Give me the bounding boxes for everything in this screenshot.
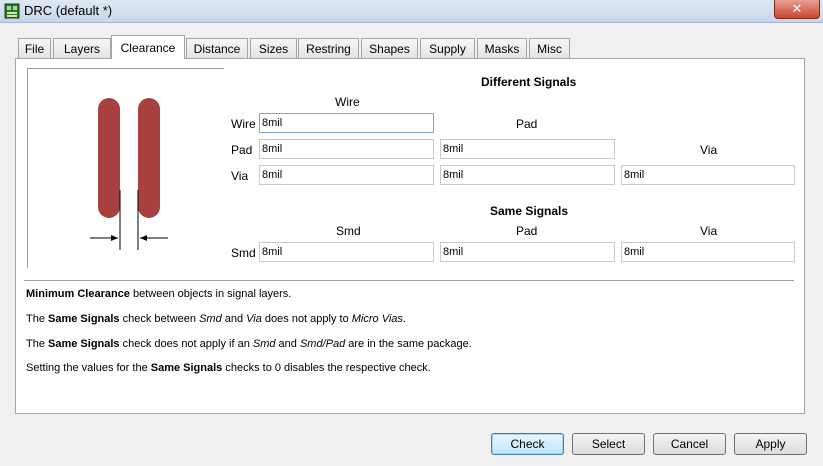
info-text: and (275, 338, 300, 350)
close-icon: ✕ (791, 1, 803, 16)
smd-pad-input[interactable] (440, 242, 615, 262)
same-signals-title: Same Signals (490, 204, 569, 218)
tab-supply[interactable]: Supply (420, 38, 475, 58)
info-bold: Same Signals (150, 362, 223, 374)
info-text: are in the same package. (345, 338, 472, 350)
row-label-pad: Pad (231, 143, 253, 157)
col-label-via: Via (700, 224, 718, 238)
col-label-smd: Smd (336, 224, 361, 238)
via-pad-input[interactable] (440, 165, 615, 185)
info-text: check between (119, 313, 200, 325)
trace-left (98, 98, 120, 218)
tab-layers[interactable]: Layers (53, 38, 111, 58)
info-text: . (402, 313, 406, 325)
cancel-button[interactable]: Cancel (653, 433, 726, 455)
smd-via-input[interactable] (621, 242, 795, 262)
info-line-2: The Same Signals check between Smd and V… (26, 313, 406, 325)
info-text: does not apply to (261, 313, 352, 325)
info-text: checks to 0 disables the respective chec… (222, 362, 431, 374)
title-bar (0, 0, 823, 23)
info-italic: Via (246, 313, 262, 325)
row-label-wire: Wire (231, 117, 256, 131)
info-italic: Smd (199, 313, 222, 325)
tab-file[interactable]: File (18, 38, 51, 58)
tab-label: Misc (537, 42, 562, 56)
tab-label: Clearance (120, 41, 176, 55)
row-label-smd: Smd (231, 246, 256, 260)
info-italic: Micro Vias (351, 313, 403, 325)
check-button[interactable]: Check (491, 433, 564, 455)
info-line-4: Setting the values for the Same Signals … (26, 362, 431, 374)
apply-button[interactable]: Apply (734, 433, 807, 455)
via-wire-input[interactable] (259, 165, 434, 185)
info-text: Setting the values for the (26, 362, 151, 374)
app-icon (4, 3, 20, 19)
illustration-frame (27, 68, 224, 69)
info-text: and (221, 313, 247, 325)
clearance-illustration (90, 98, 168, 250)
tab-label: Restring (306, 42, 351, 56)
info-line-3: The Same Signals check does not apply if… (26, 338, 472, 350)
info-italic: Smd/Pad (299, 338, 346, 350)
col-label-pad: Pad (516, 224, 538, 238)
tab-label: Shapes (369, 42, 410, 56)
info-text: between objects in signal layers. (129, 288, 292, 300)
info-text: check does not apply if an (119, 338, 253, 350)
tab-misc[interactable]: Misc (529, 38, 570, 58)
tab-label: Masks (484, 42, 520, 56)
tab-distance[interactable]: Distance (186, 38, 248, 58)
info-text: The (26, 338, 49, 350)
tab-label: Layers (63, 42, 101, 56)
illustration-frame (27, 68, 28, 268)
info-bold: Same Signals (48, 338, 120, 350)
tab-masks[interactable]: Masks (477, 38, 527, 58)
pad-pad-input[interactable] (440, 139, 615, 159)
select-button[interactable]: Select (572, 433, 645, 455)
tab-shapes[interactable]: Shapes (361, 38, 418, 58)
window-title: DRC (default *) (24, 3, 113, 18)
tab-label: Supply (429, 42, 466, 56)
smd-smd-input[interactable] (259, 242, 434, 262)
row-label-via: Via (231, 169, 249, 183)
separator (24, 280, 794, 281)
tab-label: Distance (193, 42, 241, 56)
col-label-wire: Wire (335, 95, 360, 109)
info-bold: Same Signals (48, 313, 120, 325)
col-label-via: Via (700, 143, 718, 157)
tab-clearance[interactable]: Clearance (111, 35, 185, 59)
tab-restring[interactable]: Restring (298, 38, 359, 58)
wire-wire-input[interactable] (259, 113, 434, 133)
close-button[interactable]: ✕ (774, 0, 820, 19)
info-text: The (26, 313, 49, 325)
pad-wire-input[interactable] (259, 139, 434, 159)
tab-label: File (24, 42, 45, 56)
info-italic: Smd (252, 338, 276, 350)
different-signals-title: Different Signals (481, 75, 577, 89)
info-line-1: Minimum Clearance between objects in sig… (26, 288, 291, 300)
info-bold: Minimum Clearance (26, 288, 130, 300)
via-via-input[interactable] (621, 165, 795, 185)
col-label-pad: Pad (516, 117, 538, 131)
trace-right (138, 98, 160, 218)
tab-sizes[interactable]: Sizes (250, 38, 297, 58)
tab-label: Sizes (258, 42, 289, 56)
